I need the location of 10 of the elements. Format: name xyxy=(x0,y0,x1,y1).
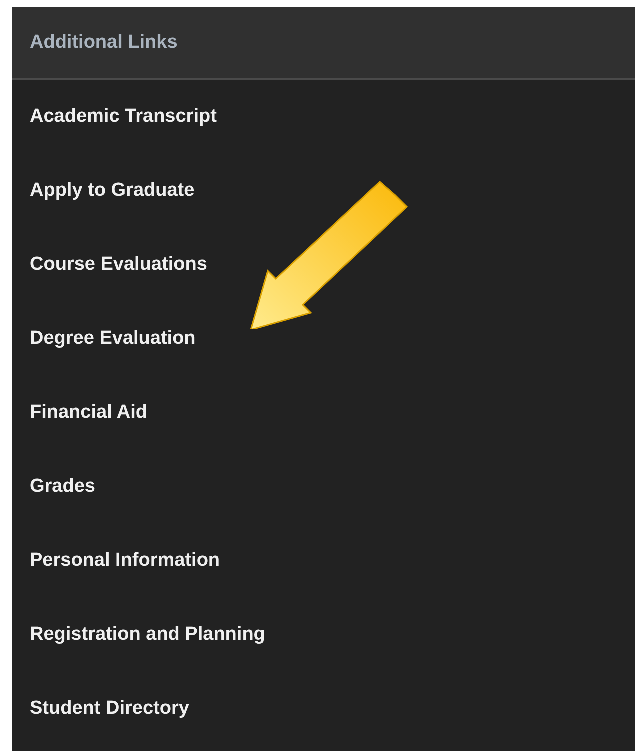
sidebar-link[interactable]: Degree Evaluation xyxy=(30,328,196,350)
sidebar-link[interactable]: Personal Information xyxy=(30,550,220,572)
panel-title: Additional Links xyxy=(30,32,178,54)
sidebar-link[interactable]: Apply to Graduate xyxy=(30,180,195,202)
sidebar-link[interactable]: Financial Aid xyxy=(30,402,148,424)
sidebar-link[interactable]: Student Directory xyxy=(30,698,190,720)
sidebar-link[interactable]: Registration and Planning xyxy=(30,624,266,646)
sidebar-link[interactable]: Academic Transcript xyxy=(30,106,217,128)
sidebar-link[interactable]: Course Evaluations xyxy=(30,254,208,276)
sidebar-link[interactable]: Grades xyxy=(30,476,96,498)
